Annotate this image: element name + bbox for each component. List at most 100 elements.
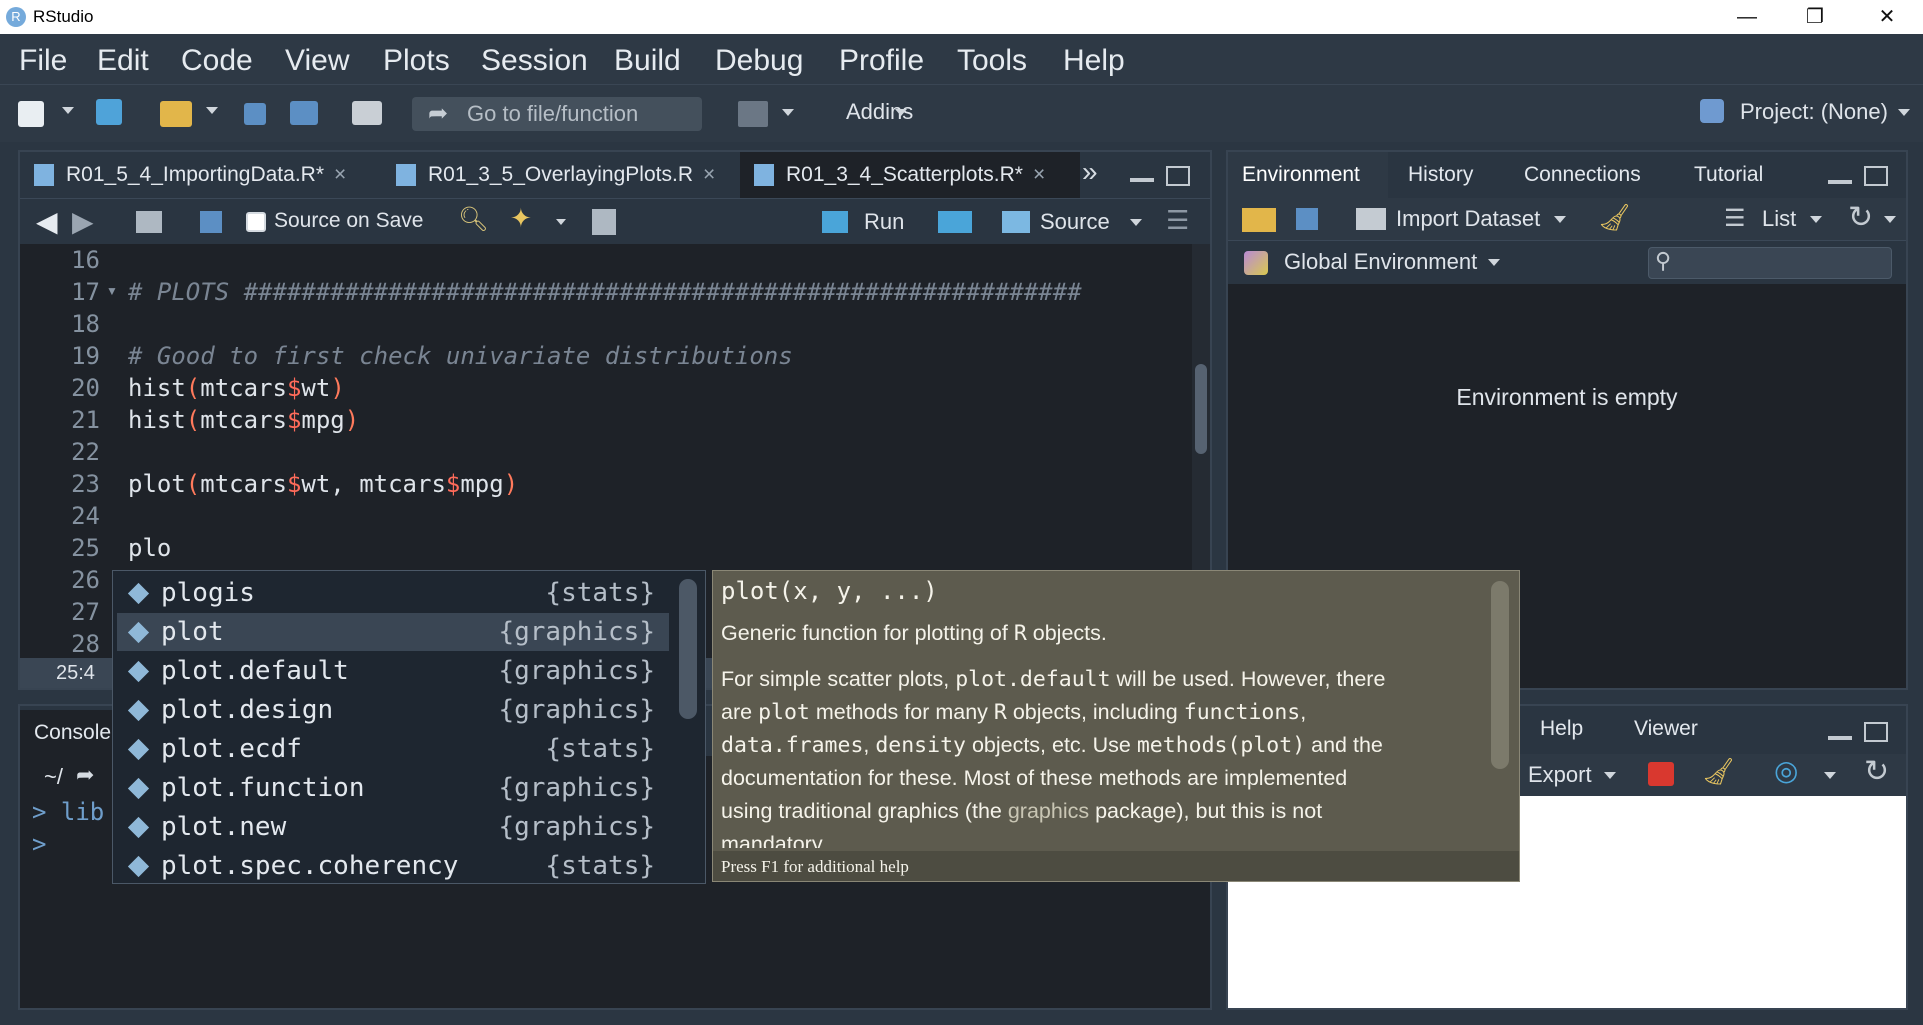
environment-search-input[interactable]: ⚲ xyxy=(1648,247,1892,279)
close-button[interactable]: ✕ xyxy=(1852,2,1922,32)
menu-view[interactable]: View xyxy=(285,44,349,78)
menu-file[interactable]: File xyxy=(19,44,67,78)
refresh-icon[interactable]: ↻ xyxy=(1848,200,1873,235)
menu-tools[interactable]: Tools xyxy=(957,44,1027,78)
completion-package: {stats} xyxy=(545,851,655,881)
import-dataset-button[interactable]: Import Dataset xyxy=(1396,206,1540,232)
chevron-down-icon[interactable] xyxy=(1554,216,1566,223)
autocomplete-item[interactable]: plot.default {graphics} xyxy=(117,652,669,690)
help-text: will be used. However, there xyxy=(1116,667,1386,691)
save-all-icon[interactable] xyxy=(290,101,318,125)
source-button[interactable]: Source xyxy=(1040,209,1110,235)
chevron-down-icon[interactable] xyxy=(1130,219,1142,226)
autocomplete-item[interactable]: plot.function {graphics} xyxy=(117,769,669,807)
export-button[interactable]: Export xyxy=(1528,762,1592,788)
tab-overlaying-plots[interactable]: R01_3_5_OverlayingPlots.R × xyxy=(382,152,736,198)
maximize-pane-icon[interactable] xyxy=(1864,722,1888,742)
scrollbar-thumb[interactable] xyxy=(1195,364,1207,454)
maximize-pane-icon[interactable] xyxy=(1166,166,1190,186)
minimize-pane-icon[interactable] xyxy=(1828,736,1852,740)
autocomplete-scrollbar[interactable] xyxy=(679,579,697,719)
publish-icon[interactable]: ◎ xyxy=(1774,754,1798,787)
layout-grid-icon[interactable] xyxy=(738,101,768,127)
minimize-pane-icon[interactable] xyxy=(1828,180,1852,184)
autocomplete-item[interactable]: plogis {stats} xyxy=(117,574,669,612)
minimize-button[interactable]: — xyxy=(1712,2,1782,32)
rerun-icon[interactable] xyxy=(938,211,972,233)
menu-plots[interactable]: Plots xyxy=(383,44,450,78)
refresh-icon[interactable]: ↻ xyxy=(1864,754,1889,789)
code-line-25: plo xyxy=(128,534,172,562)
compile-report-icon[interactable] xyxy=(592,209,616,235)
new-project-icon[interactable] xyxy=(96,99,122,125)
delete-plot-icon[interactable] xyxy=(1648,762,1674,786)
chevron-down-icon[interactable] xyxy=(1898,109,1910,116)
chevron-down-icon[interactable] xyxy=(1884,216,1896,223)
close-icon[interactable]: × xyxy=(1033,163,1045,186)
tab-connections[interactable]: Connections xyxy=(1510,152,1678,198)
minimize-pane-icon[interactable] xyxy=(1130,178,1154,182)
print-icon[interactable] xyxy=(352,101,382,125)
menu-session[interactable]: Session xyxy=(481,44,588,78)
fold-icon[interactable]: ▼ xyxy=(106,284,118,298)
go-to-file-input[interactable]: ➦ Go to file/function xyxy=(412,97,702,131)
project-menu[interactable]: Project: (None) xyxy=(1740,99,1888,125)
new-file-icon[interactable] xyxy=(18,101,44,127)
menu-edit[interactable]: Edit xyxy=(97,44,149,78)
close-icon[interactable]: × xyxy=(334,163,346,186)
open-file-icon[interactable] xyxy=(160,101,192,127)
restore-button[interactable]: ❐ xyxy=(1780,2,1850,32)
broom-icon[interactable]: 🧹︎ xyxy=(1702,756,1735,787)
chevron-down-icon[interactable] xyxy=(206,107,218,114)
load-workspace-icon[interactable] xyxy=(1242,208,1276,232)
close-icon[interactable]: × xyxy=(703,163,715,186)
tab-viewer[interactable]: Viewer xyxy=(1620,706,1712,752)
chevron-down-icon[interactable] xyxy=(1604,772,1616,779)
menu-profile[interactable]: Profile xyxy=(839,44,924,78)
tab-scatterplots[interactable]: R01_3_4_Scatterplots.R* × xyxy=(740,152,1080,198)
global-environment-select[interactable]: Global Environment xyxy=(1284,249,1477,275)
back-arrow-icon[interactable]: ◀ xyxy=(36,205,58,238)
tab-help[interactable]: Help xyxy=(1526,706,1614,752)
goto-directory-icon[interactable]: ➦ xyxy=(76,762,94,788)
chevron-down-icon[interactable] xyxy=(782,109,794,116)
menu-debug[interactable]: Debug xyxy=(715,44,803,78)
menu-code[interactable]: Code xyxy=(181,44,253,78)
menu-help[interactable]: Help xyxy=(1063,44,1125,78)
chevron-down-icon[interactable] xyxy=(1824,772,1836,779)
save-icon[interactable] xyxy=(244,103,266,125)
tab-history[interactable]: History xyxy=(1394,152,1506,198)
run-arrow-icon xyxy=(822,211,848,233)
tab-label: R01_3_4_Scatterplots.R* xyxy=(786,163,1023,186)
save-workspace-icon[interactable] xyxy=(1296,208,1318,230)
autocomplete-item-selected[interactable]: plot {graphics} xyxy=(117,613,669,651)
autocomplete-item[interactable]: plot.design {graphics} xyxy=(117,691,669,729)
autocomplete-item[interactable]: plot.new {graphics} xyxy=(117,808,669,846)
show-in-window-icon[interactable] xyxy=(136,211,162,233)
more-tabs-icon[interactable]: » xyxy=(1082,156,1098,188)
tab-tutorial[interactable]: Tutorial xyxy=(1680,152,1790,198)
magic-wand-icon[interactable]: ✦ xyxy=(510,203,532,234)
chevron-down-icon[interactable] xyxy=(556,219,566,225)
chevron-down-icon[interactable] xyxy=(62,107,74,114)
chevron-down-icon[interactable] xyxy=(1810,216,1822,223)
tab-importing-data[interactable]: R01_5_4_ImportingData.R* × xyxy=(20,152,378,198)
autocomplete-item[interactable]: plot.ecdf {stats} xyxy=(117,730,669,768)
help-link[interactable]: graphics xyxy=(1008,799,1089,823)
tab-environment[interactable]: Environment xyxy=(1228,152,1388,198)
list-view-button[interactable]: List xyxy=(1762,206,1796,232)
broom-icon[interactable]: 🧹︎ xyxy=(1598,202,1631,233)
source-on-save-checkbox[interactable] xyxy=(246,212,266,232)
save-icon[interactable] xyxy=(200,211,222,233)
chevron-down-icon[interactable] xyxy=(1488,259,1500,266)
search-icon[interactable]: 🔍︎ xyxy=(458,205,488,234)
forward-arrow-icon[interactable]: ▶ xyxy=(72,205,94,238)
autocomplete-item[interactable]: plot.spec.coherency {stats} xyxy=(117,847,669,885)
console-prompt[interactable]: > xyxy=(32,830,46,858)
menu-build[interactable]: Build xyxy=(614,44,681,78)
help-scrollbar[interactable] xyxy=(1491,581,1509,769)
maximize-pane-icon[interactable] xyxy=(1864,166,1888,186)
outline-icon[interactable]: ☰ xyxy=(1166,205,1189,236)
run-button[interactable]: Run xyxy=(864,209,904,235)
chevron-down-icon[interactable] xyxy=(895,109,907,116)
